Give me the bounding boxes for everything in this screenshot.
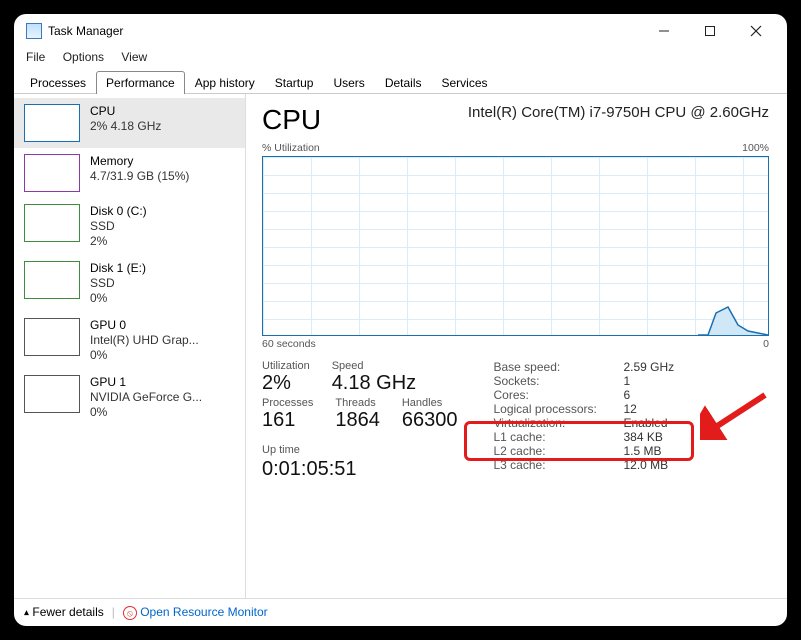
sidebar-item-gpu1[interactable]: GPU 1 NVIDIA GeForce G... 0% <box>14 369 245 426</box>
open-resource-monitor-link[interactable]: ⦸ Open Resource Monitor <box>123 605 268 621</box>
main-panel: CPU Intel(R) Core(TM) i7-9750H CPU @ 2.6… <box>246 94 787 598</box>
uptime-label: Up time <box>262 444 457 456</box>
tabbar: Processes Performance App history Startu… <box>14 70 787 94</box>
l3-label: L3 cache: <box>493 458 623 472</box>
open-resource-monitor-label: Open Resource Monitor <box>140 605 267 619</box>
sidebar-memory-title: Memory <box>90 154 189 169</box>
footer-separator: | <box>112 605 115 619</box>
maximize-button[interactable] <box>687 16 733 46</box>
processes-value: 161 <box>262 409 313 432</box>
sidebar-memory-sub: 4.7/31.9 GB (15%) <box>90 169 189 184</box>
l3-value: 12.0 MB <box>623 458 693 472</box>
footer: ▾ Fewer details | ⦸ Open Resource Monito… <box>14 598 787 627</box>
app-icon <box>26 23 42 39</box>
tab-details[interactable]: Details <box>375 71 432 94</box>
tab-processes[interactable]: Processes <box>20 71 96 94</box>
page-title: CPU <box>262 104 321 136</box>
cpu-thumb-icon <box>24 104 80 142</box>
minimize-icon <box>658 25 670 37</box>
sidebar-gpu1-sub2: 0% <box>90 405 202 420</box>
memory-thumb-icon <box>24 154 80 192</box>
virtualization-value: Enabled <box>623 416 693 430</box>
sockets-label: Sockets: <box>493 374 623 388</box>
chart-x-label: 60 seconds <box>262 338 316 350</box>
lproc-label: Logical processors: <box>493 402 623 416</box>
cores-label: Cores: <box>493 388 623 402</box>
sidebar-disk1-title: Disk 1 (E:) <box>90 261 146 276</box>
menu-view[interactable]: View <box>121 50 147 64</box>
l2-value: 1.5 MB <box>623 444 693 458</box>
speed-value: 4.18 GHz <box>332 372 416 395</box>
utilization-label: Utilization <box>262 360 310 372</box>
threads-label: Threads <box>335 397 380 409</box>
cpu-utilization-chart[interactable] <box>262 156 769 336</box>
sidebar-item-disk0[interactable]: Disk 0 (C:) SSD 2% <box>14 198 245 255</box>
chart-y-max: 100% <box>742 142 769 154</box>
cpu-model: Intel(R) Core(TM) i7-9750H CPU @ 2.60GHz <box>468 104 769 121</box>
cpu-details: Base speed:2.59 GHz Sockets:1 Cores:6 Lo… <box>493 360 693 481</box>
base-speed-label: Base speed: <box>493 360 623 374</box>
tab-app-history[interactable]: App history <box>185 71 265 94</box>
sockets-value: 1 <box>623 374 693 388</box>
uptime-value: 0:01:05:51 <box>262 458 457 481</box>
sidebar-item-cpu[interactable]: CPU 2% 4.18 GHz <box>14 98 245 148</box>
handles-value: 66300 <box>402 409 458 432</box>
tab-performance[interactable]: Performance <box>96 71 185 94</box>
sidebar-item-gpu0[interactable]: GPU 0 Intel(R) UHD Grap... 0% <box>14 312 245 369</box>
sidebar-disk0-sub2: 2% <box>90 234 147 249</box>
resource-monitor-icon: ⦸ <box>123 606 137 620</box>
chart-y-label: % Utilization <box>262 142 320 154</box>
sidebar-gpu0-title: GPU 0 <box>90 318 199 333</box>
chart-x-min: 0 <box>763 338 769 350</box>
sidebar-disk1-sub1: SSD <box>90 276 146 291</box>
chart-line-icon <box>698 295 768 335</box>
performance-sidebar: CPU 2% 4.18 GHz Memory 4.7/31.9 GB (15%)… <box>14 94 246 598</box>
menu-file[interactable]: File <box>26 50 45 64</box>
sidebar-cpu-sub: 2% 4.18 GHz <box>90 119 161 134</box>
lproc-value: 12 <box>623 402 693 416</box>
sidebar-disk0-title: Disk 0 (C:) <box>90 204 147 219</box>
gpu1-thumb-icon <box>24 375 80 413</box>
sidebar-cpu-title: CPU <box>90 104 161 119</box>
task-manager-window: Task Manager File Options View Processes… <box>14 14 787 626</box>
disk1-thumb-icon <box>24 261 80 299</box>
cores-value: 6 <box>623 388 693 402</box>
menubar: File Options View <box>14 48 787 70</box>
l1-value: 384 KB <box>623 430 693 444</box>
sidebar-disk0-sub1: SSD <box>90 219 147 234</box>
speed-label: Speed <box>332 360 416 372</box>
threads-value: 1864 <box>335 409 380 432</box>
tab-users[interactable]: Users <box>323 71 374 94</box>
virtualization-label: Virtualization: <box>493 416 623 430</box>
sidebar-gpu1-sub1: NVIDIA GeForce G... <box>90 390 202 405</box>
window-title: Task Manager <box>48 24 123 38</box>
menu-options[interactable]: Options <box>63 50 104 64</box>
sidebar-item-disk1[interactable]: Disk 1 (E:) SSD 0% <box>14 255 245 312</box>
titlebar[interactable]: Task Manager <box>14 14 787 48</box>
processes-label: Processes <box>262 397 313 409</box>
minimize-button[interactable] <box>641 16 687 46</box>
sidebar-gpu0-sub2: 0% <box>90 348 199 363</box>
utilization-value: 2% <box>262 372 310 395</box>
close-button[interactable] <box>733 16 779 46</box>
tab-services[interactable]: Services <box>432 71 498 94</box>
fewer-details-button[interactable]: ▾ Fewer details <box>24 605 104 619</box>
l2-label: L2 cache: <box>493 444 623 458</box>
disk0-thumb-icon <box>24 204 80 242</box>
close-icon <box>750 25 762 37</box>
maximize-icon <box>704 25 716 37</box>
sidebar-item-memory[interactable]: Memory 4.7/31.9 GB (15%) <box>14 148 245 198</box>
gpu0-thumb-icon <box>24 318 80 356</box>
sidebar-disk1-sub2: 0% <box>90 291 146 306</box>
base-speed-value: 2.59 GHz <box>623 360 693 374</box>
chevron-up-icon: ▾ <box>24 607 29 618</box>
handles-label: Handles <box>402 397 458 409</box>
fewer-details-label: Fewer details <box>32 605 103 619</box>
l1-label: L1 cache: <box>493 430 623 444</box>
sidebar-gpu0-sub1: Intel(R) UHD Grap... <box>90 333 199 348</box>
tab-startup[interactable]: Startup <box>265 71 324 94</box>
sidebar-gpu1-title: GPU 1 <box>90 375 202 390</box>
